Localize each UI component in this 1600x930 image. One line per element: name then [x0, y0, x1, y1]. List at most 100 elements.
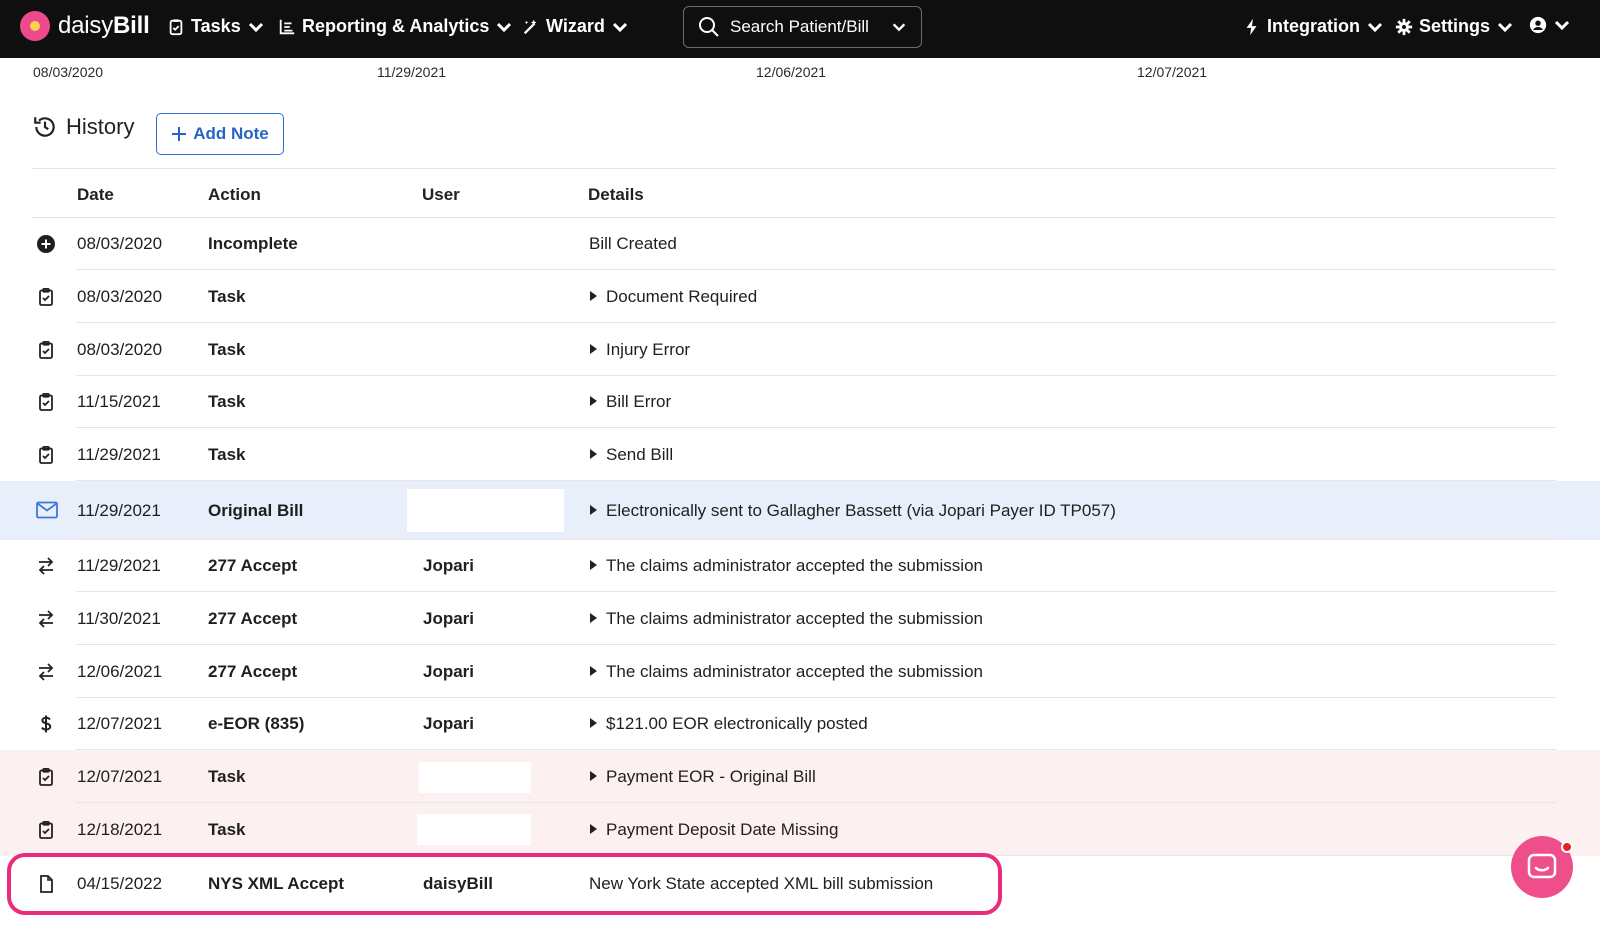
nav-integration[interactable]: Integration — [1243, 16, 1384, 37]
clipboard-check-icon — [36, 287, 56, 307]
row-details-text: Payment Deposit Date Missing — [606, 819, 839, 839]
table-row[interactable]: 08/03/2020 Task Injury Error — [0, 323, 1600, 376]
expand-caret-icon[interactable] — [590, 665, 597, 676]
row-details[interactable]: Injury Error — [590, 340, 690, 360]
row-details-text: Injury Error — [606, 339, 691, 359]
history-table-header: Date Action User Details — [32, 168, 1556, 218]
table-row[interactable]: 11/15/2021 Task Bill Error — [0, 376, 1600, 428]
row-user: Jopari — [423, 608, 475, 628]
nav-settings[interactable]: Settings — [1395, 16, 1514, 37]
chat-bubble-icon — [1527, 853, 1557, 879]
arrows-exchange-icon — [36, 556, 56, 576]
notification-dot — [1561, 841, 1573, 853]
expand-caret-icon[interactable] — [590, 823, 597, 834]
gear-icon — [1395, 18, 1413, 35]
clipboard-icon — [169, 18, 183, 35]
nav-reporting[interactable]: Reporting & Analytics — [278, 16, 513, 37]
row-details[interactable]: Electronically sent to Gallagher Bassett… — [590, 501, 1116, 521]
chevron-down-icon — [497, 22, 512, 32]
row-details[interactable]: Send Bill — [590, 445, 673, 465]
summary-date: 11/29/2021 — [377, 64, 447, 80]
row-date: 11/29/2021 — [77, 444, 161, 464]
row-details[interactable]: The claims administrator accepted the su… — [590, 556, 983, 576]
column-header-user[interactable]: User — [422, 185, 460, 205]
row-details-text: The claims administrator accepted the su… — [606, 608, 983, 628]
column-header-details[interactable]: Details — [588, 185, 644, 205]
nav-tasks-label: Tasks — [191, 16, 241, 36]
summary-date: 12/07/2021 — [1137, 64, 1208, 80]
row-details[interactable]: The claims administrator accepted the su… — [590, 609, 983, 629]
expand-caret-icon[interactable] — [590, 770, 597, 781]
row-details[interactable]: Payment EOR - Original Bill — [590, 767, 816, 787]
expand-caret-icon[interactable] — [590, 343, 597, 354]
table-row[interactable]: 12/07/2021 Task Payment EOR - Original Bil… — [0, 750, 1600, 803]
row-action: e-EOR (835) — [208, 714, 305, 733]
table-row[interactable]: 11/29/2021 Original Bill Electronically se… — [0, 481, 1600, 540]
nav-tasks[interactable]: Tasks — [167, 16, 265, 37]
envelope-icon — [36, 501, 58, 521]
column-header-action[interactable]: Action — [208, 185, 261, 205]
row-date: 08/03/2020 — [77, 234, 163, 253]
nav-wizard[interactable]: Wizard — [522, 16, 629, 37]
row-details[interactable]: Document Required — [590, 287, 757, 307]
top-navbar: daisyBill Tasks Reporting & Analytics Wi… — [0, 0, 1600, 58]
expand-caret-icon[interactable] — [590, 448, 597, 459]
add-note-button[interactable]: Add Note — [156, 113, 284, 155]
bolt-icon — [1246, 18, 1257, 35]
row-user: Jopari — [423, 714, 475, 733]
row-date: 12/07/2021 — [77, 766, 163, 786]
table-row[interactable]: 11/30/2021 277 Accept Jopari The claims adm… — [0, 592, 1600, 645]
row-details-text: The claims administrator accepted the su… — [606, 661, 983, 681]
expand-caret-icon[interactable] — [590, 612, 597, 623]
table-row[interactable]: 08/03/2020 Task Document Required — [0, 270, 1600, 323]
expand-caret-icon[interactable] — [590, 396, 597, 406]
expand-caret-icon[interactable] — [590, 290, 597, 301]
chevron-down-icon — [248, 22, 263, 32]
clipboard-check-icon — [36, 445, 56, 465]
plus-circle-icon — [36, 234, 56, 254]
column-header-date[interactable]: Date — [77, 185, 114, 205]
row-date: 08/03/2020 — [77, 339, 163, 359]
history-header: History — [32, 114, 134, 140]
row-date: 11/15/2021 — [77, 392, 161, 411]
summary-date: 08/03/2020 — [33, 64, 104, 80]
expand-caret-icon[interactable] — [590, 560, 597, 570]
row-action: 277 Accept — [208, 556, 298, 575]
row-details[interactable]: Bill Error — [590, 392, 671, 412]
clipboard-check-icon — [36, 340, 56, 360]
row-details[interactable]: $121.00 EOR electronically posted — [590, 714, 868, 734]
nav-settings-label: Settings — [1419, 16, 1491, 36]
row-details[interactable]: Payment Deposit Date Missing — [590, 820, 838, 840]
nav-user-menu[interactable] — [1529, 16, 1571, 34]
row-details-text: Bill Error — [606, 392, 672, 411]
row-action: Incomplete — [208, 234, 298, 253]
row-details-text: Electronically sent to Gallagher Bassett… — [606, 500, 1116, 520]
table-row[interactable]: 12/18/2021 Task Payment Deposit Date Missi… — [0, 803, 1600, 856]
chevron-down-icon — [612, 22, 627, 32]
clipboard-check-icon — [36, 392, 56, 412]
table-row[interactable]: 11/29/2021 Task Send Bill — [0, 428, 1600, 481]
brand-name: daisyBill — [58, 12, 150, 39]
row-user: Jopari — [423, 661, 475, 681]
table-row[interactable]: 12/06/2021 277 Accept Jopari The claims adm… — [0, 645, 1600, 698]
row-action: Task — [208, 819, 246, 839]
table-row[interactable]: 12/07/2021 e-EOR (835) Jopari $121.00 EOR e… — [0, 698, 1600, 750]
summary-date-strip: 08/03/2020 11/29/2021 12/06/2021 12/07/2… — [0, 64, 1600, 84]
brand-logo-link[interactable]: daisyBill — [20, 11, 150, 41]
row-user: Jopari — [423, 556, 475, 575]
expand-caret-icon[interactable] — [590, 504, 597, 515]
row-action: Task — [208, 392, 246, 411]
clipboard-check-icon — [36, 820, 56, 840]
table-row[interactable]: 08/03/2020 Incomplete Bill Created — [0, 218, 1600, 270]
row-date: 12/07/2021 — [77, 714, 163, 733]
chart-icon — [279, 19, 295, 34]
nav-reporting-label: Reporting & Analytics — [302, 16, 490, 36]
expand-caret-icon[interactable] — [590, 718, 597, 728]
user-circle-icon — [1529, 16, 1547, 34]
row-date: 12/18/2021 — [77, 819, 163, 839]
row-action: Original Bill — [208, 500, 304, 520]
search-patient-bill[interactable]: Search Patient/Bill — [683, 6, 922, 48]
row-action: Task — [208, 339, 246, 359]
table-row[interactable]: 11/29/2021 277 Accept Jopari The claims adm… — [0, 540, 1600, 592]
row-details[interactable]: The claims administrator accepted the su… — [590, 662, 983, 682]
